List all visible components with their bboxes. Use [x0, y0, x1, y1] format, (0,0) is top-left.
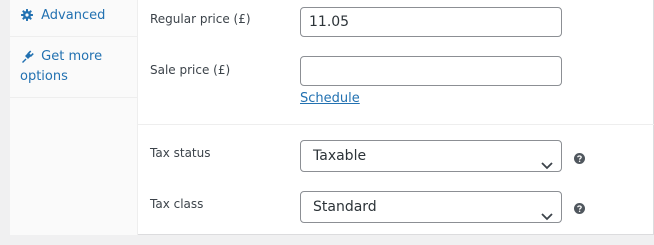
tax-class-select[interactable]: Standard [300, 191, 562, 223]
section-divider [138, 124, 654, 125]
chevron-down-icon [541, 202, 553, 232]
product-data-tabs: Advanced Get more options [10, 0, 138, 235]
tab-get-more-options[interactable]: Get more options [10, 37, 137, 98]
tab-advanced-label: Advanced [41, 8, 106, 23]
tax-class-value: Standard [313, 199, 377, 215]
schedule-link[interactable]: Schedule [300, 91, 360, 107]
regular-price-label: Regular price (£) [150, 12, 251, 26]
gear-icon [21, 6, 37, 21]
tab-get-more-options-label-line2: options [20, 69, 68, 84]
tax-status-value: Taxable [313, 148, 367, 164]
sale-price-input[interactable] [300, 56, 562, 86]
tab-advanced[interactable]: Advanced [10, 0, 137, 37]
plugin-icon [21, 47, 37, 63]
chevron-down-icon [541, 151, 553, 181]
tax-status-select[interactable]: Taxable [300, 140, 562, 172]
regular-price-input[interactable]: 11.05 [300, 7, 562, 37]
help-icon[interactable] [574, 149, 585, 168]
tax-class-label: Tax class [150, 197, 204, 211]
help-icon[interactable] [574, 199, 585, 218]
sale-price-label: Sale price (£) [150, 63, 231, 77]
tax-status-label: Tax status [150, 146, 211, 160]
tab-get-more-options-label: Get more [41, 49, 103, 64]
